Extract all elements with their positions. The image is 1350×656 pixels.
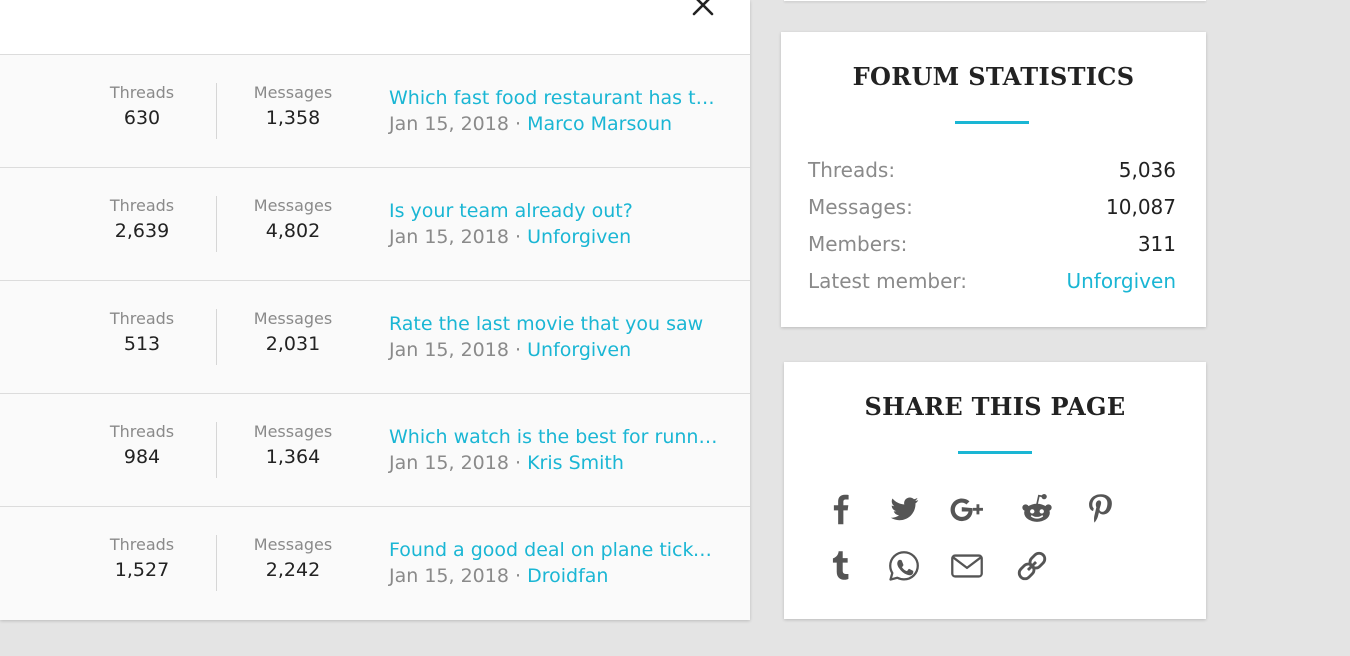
google-plus-icon[interactable]: [948, 490, 986, 528]
forum-statistics-title: FORUM STATISTICS: [852, 62, 1135, 91]
threads-stat: Threads 984: [92, 422, 192, 470]
threads-stat: Threads 513: [92, 309, 192, 357]
latest-thread-link[interactable]: Is your team already out?: [389, 198, 719, 224]
threads-label: Threads: [109, 196, 175, 215]
latest-meta: Jan 15, 2018 · Unforgiven: [389, 337, 729, 363]
forum-node-row: Threads 630 Messages 1,358 Which fast fo…: [0, 55, 750, 168]
tumblr-icon[interactable]: [822, 547, 860, 585]
pinterest-icon[interactable]: [1081, 490, 1119, 528]
latest-meta: Jan 15, 2018 · Kris Smith: [389, 450, 729, 476]
stat-label: Members:: [808, 232, 908, 256]
meta-separator: ·: [514, 226, 522, 248]
latest-meta: Jan 15, 2018 · Unforgiven: [389, 224, 729, 250]
threads-label: Threads: [109, 83, 175, 102]
stat-label: Messages:: [808, 195, 913, 219]
forum-statistics-block: FORUM STATISTICS Threads: 5,036 Messages…: [781, 32, 1206, 327]
email-icon[interactable]: [948, 547, 986, 585]
stat-divider: [216, 422, 217, 478]
latest-date: Jan 15, 2018: [389, 113, 509, 135]
forum-node-list: Threads 630 Messages 1,358 Which fast fo…: [0, 0, 750, 620]
latest-thread-link[interactable]: Which watch is the best for running?: [389, 424, 719, 450]
latest-post: Which fast food restaurant has the best …: [389, 85, 729, 137]
meta-separator: ·: [514, 113, 522, 135]
stat-value: 5,036: [1118, 158, 1176, 182]
messages-count: 2,031: [265, 333, 321, 355]
share-page-title: SHARE THIS PAGE: [864, 392, 1126, 421]
title-underline: [958, 451, 1032, 454]
threads-count: 630: [123, 107, 161, 129]
messages-count: 4,802: [265, 220, 321, 242]
latest-meta: Jan 15, 2018 · Marco Marsoun: [389, 111, 729, 137]
latest-user-link[interactable]: Unforgiven: [527, 339, 631, 361]
facebook-icon[interactable]: [822, 490, 860, 528]
latest-member-link[interactable]: Unforgiven: [1066, 268, 1176, 294]
stat-divider: [216, 196, 217, 252]
latest-user-link[interactable]: Kris Smith: [527, 452, 624, 474]
latest-post: Which watch is the best for running? Jan…: [389, 424, 729, 476]
stat-label: Threads:: [808, 158, 896, 182]
whatsapp-icon[interactable]: [885, 547, 923, 585]
threads-count: 2,639: [114, 220, 170, 242]
threads-count: 984: [123, 446, 161, 468]
latest-post: Found a good deal on plane tickets Jan 1…: [389, 537, 729, 589]
link-icon[interactable]: [1013, 547, 1051, 585]
forum-node-row: Threads 984 Messages 1,364 Which watch i…: [0, 394, 750, 507]
messages-count: 2,242: [265, 559, 321, 581]
stat-divider: [216, 535, 217, 591]
title-underline: [955, 121, 1029, 124]
forum-node-row: Threads 1,527 Messages 2,242 Found a goo…: [0, 507, 750, 619]
messages-stat: Messages 1,358: [242, 83, 344, 131]
stat-divider: [216, 83, 217, 139]
threads-stat: Threads 2,639: [92, 196, 192, 244]
messages-label: Messages: [253, 83, 333, 102]
latest-post: Is your team already out? Jan 15, 2018 ·…: [389, 198, 729, 250]
messages-count: 1,364: [265, 446, 321, 468]
messages-label: Messages: [253, 309, 333, 328]
messages-stat: Messages 4,802: [242, 196, 344, 244]
latest-date: Jan 15, 2018: [389, 226, 509, 248]
twitter-icon[interactable]: [885, 490, 923, 528]
list-header: [0, 0, 750, 55]
latest-date: Jan 15, 2018: [389, 452, 509, 474]
latest-thread-link[interactable]: Which fast food restaurant has the best …: [389, 85, 719, 111]
threads-count: 1,527: [114, 559, 170, 581]
threads-stat: Threads 630: [92, 83, 192, 131]
latest-user-link[interactable]: Marco Marsoun: [527, 113, 672, 135]
threads-stat: Threads 1,527: [92, 535, 192, 583]
meta-separator: ·: [514, 452, 522, 474]
meta-separator: ·: [514, 565, 522, 587]
latest-thread-link[interactable]: Found a good deal on plane tickets: [389, 537, 719, 563]
latest-thread-link[interactable]: Rate the last movie that you saw: [389, 311, 719, 337]
threads-label: Threads: [109, 422, 175, 441]
stat-label: Latest member:: [808, 269, 968, 293]
latest-user-link[interactable]: Unforgiven: [527, 226, 631, 248]
stat-divider: [216, 309, 217, 365]
messages-count: 1,358: [265, 107, 321, 129]
stat-value: 10,087: [1106, 195, 1176, 219]
messages-label: Messages: [253, 422, 333, 441]
close-icon[interactable]: [690, 0, 716, 18]
forum-node-row: Threads 513 Messages 2,031 Rate the last…: [0, 281, 750, 394]
reddit-icon[interactable]: [1018, 490, 1056, 528]
stat-value: 311: [1137, 232, 1176, 256]
share-page-block: SHARE THIS PAGE: [784, 362, 1206, 619]
messages-stat: Messages 1,364: [242, 422, 344, 470]
messages-label: Messages: [253, 535, 333, 554]
latest-date: Jan 15, 2018: [389, 339, 509, 361]
sidebar-block-edge: [784, 0, 1206, 1]
latest-user-link[interactable]: Droidfan: [527, 565, 608, 587]
forum-node-row: Threads 2,639 Messages 4,802 Is your tea…: [0, 168, 750, 281]
threads-count: 513: [123, 333, 161, 355]
messages-stat: Messages 2,031: [242, 309, 344, 357]
latest-date: Jan 15, 2018: [389, 565, 509, 587]
threads-label: Threads: [109, 535, 175, 554]
latest-post: Rate the last movie that you saw Jan 15,…: [389, 311, 729, 363]
threads-label: Threads: [109, 309, 175, 328]
latest-meta: Jan 15, 2018 · Droidfan: [389, 563, 729, 589]
messages-stat: Messages 2,242: [242, 535, 344, 583]
messages-label: Messages: [253, 196, 333, 215]
meta-separator: ·: [514, 339, 522, 361]
